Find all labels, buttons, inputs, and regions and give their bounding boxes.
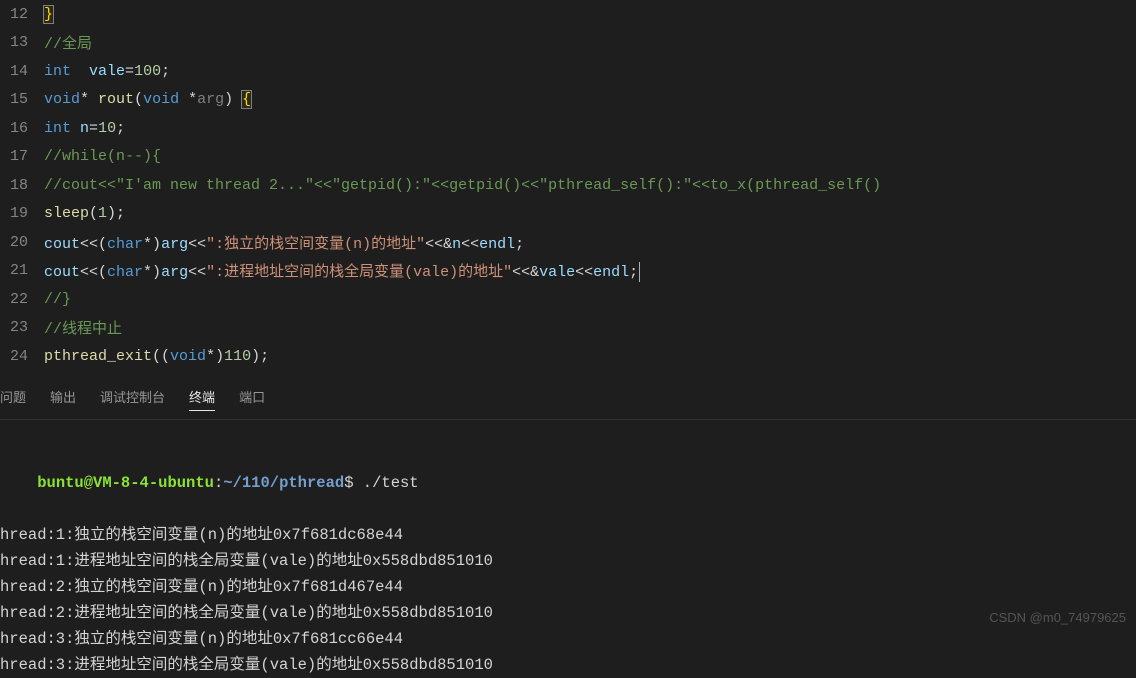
code-line[interactable]: 15void* rout(void *arg) {: [0, 86, 1136, 115]
terminal-output-line: hread:3:进程地址空间的栈全局变量(vale)的地址0x558dbd851…: [0, 652, 1136, 678]
terminal-user-host: buntu@VM-8-4-ubuntu: [37, 474, 214, 492]
code-line[interactable]: 13//全局: [0, 29, 1136, 58]
line-number: 12: [0, 6, 44, 23]
terminal-panel[interactable]: buntu@VM-8-4-ubuntu:~/110/pthread$ ./tes…: [0, 420, 1136, 678]
code-line[interactable]: 18//cout<<"I'am new thread 2..."<<"getpi…: [0, 171, 1136, 200]
code-line[interactable]: 12}: [0, 0, 1136, 29]
terminal-output-line: hread:2:进程地址空间的栈全局变量(vale)的地址0x558dbd851…: [0, 600, 1136, 626]
code-line[interactable]: 16int n=10;: [0, 114, 1136, 143]
tab-terminal[interactable]: 终端: [189, 383, 215, 411]
line-number: 24: [0, 348, 44, 365]
tab-output[interactable]: 输出: [50, 383, 76, 411]
code-line[interactable]: 19sleep(1);: [0, 200, 1136, 229]
code-content[interactable]: cout<<(char*)arg<<":进程地址空间的栈全局变量(vale)的地…: [44, 260, 640, 282]
code-line[interactable]: 14int vale=100;: [0, 57, 1136, 86]
line-number: 20: [0, 234, 44, 251]
code-content[interactable]: //cout<<"I'am new thread 2..."<<"getpid(…: [44, 177, 881, 194]
text-cursor: [639, 262, 640, 282]
code-content[interactable]: int vale=100;: [44, 63, 170, 80]
code-line[interactable]: 17//while(n--){: [0, 143, 1136, 172]
line-number: 13: [0, 34, 44, 51]
code-line[interactable]: 20cout<<(char*)arg<<":独立的栈空间变量(n)的地址"<<&…: [0, 228, 1136, 257]
code-content[interactable]: //while(n--){: [44, 148, 161, 165]
line-number: 17: [0, 148, 44, 165]
tab-ports[interactable]: 端口: [239, 383, 265, 411]
code-content[interactable]: sleep(1);: [44, 205, 125, 222]
terminal-output-line: hread:3:独立的栈空间变量(n)的地址0x7f681cc66e44: [0, 626, 1136, 652]
code-line[interactable]: 21cout<<(char*)arg<<":进程地址空间的栈全局变量(vale)…: [0, 257, 1136, 286]
code-line[interactable]: 22//}: [0, 285, 1136, 314]
tab-debug-console[interactable]: 调试控制台: [100, 383, 165, 411]
code-content[interactable]: pthread_exit((void*)110);: [44, 348, 269, 365]
code-line[interactable]: 24pthread_exit((void*)110);: [0, 342, 1136, 371]
code-content[interactable]: int n=10;: [44, 120, 125, 137]
watermark: CSDN @m0_74979625: [989, 610, 1126, 625]
terminal-path: ~/110/pthread: [223, 474, 344, 492]
code-line[interactable]: 23//线程中止: [0, 314, 1136, 343]
code-content[interactable]: //全局: [44, 32, 92, 53]
line-number: 16: [0, 120, 44, 137]
terminal-prompt-line: buntu@VM-8-4-ubuntu:~/110/pthread$ ./tes…: [0, 444, 1136, 522]
line-number: 14: [0, 63, 44, 80]
code-content[interactable]: //线程中止: [44, 317, 122, 338]
terminal-dollar: $: [344, 474, 353, 492]
line-number: 23: [0, 319, 44, 336]
terminal-output: hread:1:独立的栈空间变量(n)的地址0x7f681dc68e44hrea…: [0, 522, 1136, 678]
code-content[interactable]: }: [44, 6, 53, 23]
line-number: 21: [0, 262, 44, 279]
code-content[interactable]: void* rout(void *arg) {: [44, 91, 251, 108]
code-content[interactable]: //}: [44, 291, 71, 308]
line-number: 19: [0, 205, 44, 222]
tab-problems[interactable]: 问题: [0, 383, 26, 411]
line-number: 18: [0, 177, 44, 194]
terminal-output-line: hread:2:独立的栈空间变量(n)的地址0x7f681d467e44: [0, 574, 1136, 600]
line-number: 15: [0, 91, 44, 108]
line-number: 22: [0, 291, 44, 308]
code-content[interactable]: cout<<(char*)arg<<":独立的栈空间变量(n)的地址"<<&n<…: [44, 232, 524, 253]
terminal-output-line: hread:1:进程地址空间的栈全局变量(vale)的地址0x558dbd851…: [0, 548, 1136, 574]
code-editor[interactable]: 12}13//全局14int vale=100;15void* rout(voi…: [0, 0, 1136, 371]
terminal-colon: :: [214, 474, 223, 492]
terminal-output-line: hread:1:独立的栈空间变量(n)的地址0x7f681dc68e44: [0, 522, 1136, 548]
panel-tabs: 问题 输出 调试控制台 终端 端口: [0, 375, 1136, 420]
terminal-command: ./test: [354, 474, 419, 492]
